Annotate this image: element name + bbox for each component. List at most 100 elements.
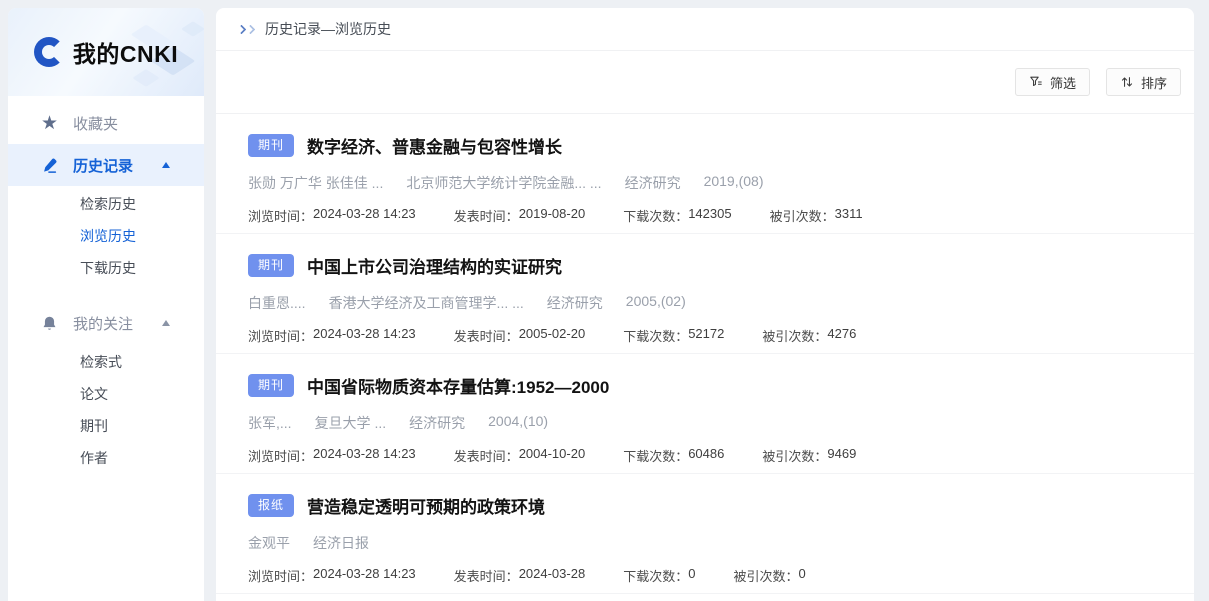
type-badge: 期刊 xyxy=(248,374,294,397)
star-icon: ★ xyxy=(41,114,58,133)
sidebar-item-browse-history[interactable]: 浏览历史 xyxy=(8,220,204,252)
sub-item-label: 检索式 xyxy=(80,352,122,372)
sub-item-label: 论文 xyxy=(80,384,108,404)
issue: 2019,(08) xyxy=(704,173,764,193)
decor-cube xyxy=(132,69,159,87)
main-panel: 历史记录—浏览历史 筛选 排序 期刊 数字经济、普惠金融与包容性增长 xyxy=(216,8,1194,601)
meta-row: 浏览时间：2024-03-28 14:23 发表时间：2005-02-20 下载… xyxy=(248,326,1162,345)
sidebar-item-label: 我的关注 xyxy=(73,313,133,334)
published-value: 2005-02-20 xyxy=(519,326,586,345)
follows-sub-list: 检索式 论文 期刊 作者 xyxy=(8,344,204,482)
filter-button-label: 筛选 xyxy=(1050,73,1076,92)
institution[interactable]: 复旦大学 ... xyxy=(315,413,387,433)
filter-icon xyxy=(1029,75,1043,89)
institution[interactable]: 经济日报 xyxy=(313,533,369,553)
bell-icon xyxy=(41,315,58,332)
sidebar-item-journals[interactable]: 期刊 xyxy=(8,410,204,442)
type-badge: 报纸 xyxy=(248,494,294,517)
downloads-value: 60486 xyxy=(688,446,724,465)
double-chevron-icon xyxy=(238,26,254,33)
history-list: 期刊 数字经济、普惠金融与包容性增长 张勋 万广华 张佳佳 ... 北京师范大学… xyxy=(216,114,1194,594)
viewed-label: 浏览时间： xyxy=(248,326,313,345)
history-sub-list: 检索历史 浏览历史 下载历史 xyxy=(8,186,204,292)
issue: 2004,(10) xyxy=(488,413,548,433)
sidebar-item-papers[interactable]: 论文 xyxy=(8,378,204,410)
chevron-up-icon[interactable] xyxy=(162,320,170,326)
toolbar: 筛选 排序 xyxy=(216,51,1194,114)
sidebar-item-follows[interactable]: 我的关注 xyxy=(8,302,204,344)
logo-header: 我的CNKI xyxy=(8,8,204,96)
downloads-label: 下载次数： xyxy=(623,326,688,345)
byline: 张勋 万广华 张佳佳 ... 北京师范大学统计学院金融... ... 经济研究 … xyxy=(248,173,1162,193)
meta-row: 浏览时间：2024-03-28 14:23 发表时间：2024-03-28 下载… xyxy=(248,566,1162,585)
list-item: 期刊 中国上市公司治理结构的实证研究 白重恩.... 香港大学经济及工商管理学.… xyxy=(216,234,1194,354)
list-item: 期刊 数字经济、普惠金融与包容性增长 张勋 万广华 张佳佳 ... 北京师范大学… xyxy=(216,114,1194,234)
sort-button[interactable]: 排序 xyxy=(1106,68,1181,96)
article-title[interactable]: 营造稳定透明可预期的政策环境 xyxy=(307,493,545,518)
byline: 金观平 经济日报 xyxy=(248,533,1162,553)
chevron-up-icon[interactable] xyxy=(162,162,170,168)
citations-value: 9469 xyxy=(827,446,856,465)
article-title[interactable]: 中国省际物质资本存量估算:1952—2000 xyxy=(307,373,609,398)
sub-item-label: 期刊 xyxy=(80,416,108,436)
sidebar-item-search-history[interactable]: 检索历史 xyxy=(8,188,204,220)
published-label: 发表时间： xyxy=(454,446,519,465)
downloads-value: 52172 xyxy=(688,326,724,345)
citations-label: 被引次数： xyxy=(762,326,827,345)
published-label: 发表时间： xyxy=(454,326,519,345)
sidebar-nav: ★ 收藏夹 历史记录 检索历史 浏览历史 下载历史 xyxy=(8,96,204,482)
sub-item-label: 作者 xyxy=(80,448,108,468)
source[interactable]: 经济研究 xyxy=(625,173,681,193)
sub-item-label: 检索历史 xyxy=(80,194,136,214)
cnki-logo-icon xyxy=(34,37,64,67)
authors[interactable]: 白重恩.... xyxy=(248,293,306,313)
source[interactable]: 经济研究 xyxy=(409,413,465,433)
filter-button[interactable]: 筛选 xyxy=(1015,68,1090,96)
sidebar: 我的CNKI ★ 收藏夹 历史记录 检索历史 浏览历史 下载历史 xyxy=(8,8,204,601)
pen-icon xyxy=(41,157,58,174)
citations-value: 3311 xyxy=(835,206,863,225)
published-label: 发表时间： xyxy=(454,566,519,585)
authors[interactable]: 张勋 万广华 张佳佳 ... xyxy=(248,173,383,193)
article-title[interactable]: 数字经济、普惠金融与包容性增长 xyxy=(307,133,562,158)
sub-item-label: 下载历史 xyxy=(80,258,136,278)
breadcrumb: 历史记录—浏览历史 xyxy=(216,8,1194,51)
viewed-value: 2024-03-28 14:23 xyxy=(313,446,416,465)
list-item: 期刊 中国省际物质资本存量估算:1952—2000 张军,... 复旦大学 ..… xyxy=(216,354,1194,474)
downloads-value: 0 xyxy=(688,566,695,585)
byline: 白重恩.... 香港大学经济及工商管理学... ... 经济研究 2005,(0… xyxy=(248,293,1162,313)
viewed-value: 2024-03-28 14:23 xyxy=(313,206,416,225)
sub-item-label: 浏览历史 xyxy=(80,226,136,246)
viewed-value: 2024-03-28 14:23 xyxy=(313,566,416,585)
published-value: 2019-08-20 xyxy=(519,206,586,225)
sidebar-item-download-history[interactable]: 下载历史 xyxy=(8,252,204,284)
downloads-label: 下载次数： xyxy=(623,566,688,585)
citations-label: 被引次数： xyxy=(762,446,827,465)
authors[interactable]: 金观平 xyxy=(248,533,290,553)
citations-value: 0 xyxy=(798,566,805,585)
downloads-value: 142305 xyxy=(688,206,731,225)
article-title[interactable]: 中国上市公司治理结构的实证研究 xyxy=(307,253,562,278)
citations-value: 4276 xyxy=(827,326,856,345)
institution[interactable]: 香港大学经济及工商管理学... ... xyxy=(329,293,524,313)
institution[interactable]: 北京师范大学统计学院金融... ... xyxy=(406,173,601,193)
sort-button-label: 排序 xyxy=(1141,73,1167,92)
sort-icon xyxy=(1120,75,1134,89)
sidebar-item-label: 收藏夹 xyxy=(73,113,118,134)
list-item: 报纸 营造稳定透明可预期的政策环境 金观平 经济日报 浏览时间：2024-03-… xyxy=(216,474,1194,594)
meta-row: 浏览时间：2024-03-28 14:23 发表时间：2004-10-20 下载… xyxy=(248,446,1162,465)
meta-row: 浏览时间：2024-03-28 14:23 发表时间：2019-08-20 下载… xyxy=(248,206,1162,225)
source[interactable]: 经济研究 xyxy=(547,293,603,313)
logo-title: 我的CNKI xyxy=(73,35,178,69)
citations-label: 被引次数： xyxy=(770,206,835,225)
downloads-label: 下载次数： xyxy=(623,206,688,225)
sidebar-item-favorites[interactable]: ★ 收藏夹 xyxy=(8,102,204,144)
sidebar-item-authors[interactable]: 作者 xyxy=(8,442,204,474)
type-badge: 期刊 xyxy=(248,134,294,157)
sidebar-item-search-expression[interactable]: 检索式 xyxy=(8,346,204,378)
viewed-label: 浏览时间： xyxy=(248,206,313,225)
viewed-label: 浏览时间： xyxy=(248,566,313,585)
sidebar-item-history[interactable]: 历史记录 xyxy=(8,144,204,186)
authors[interactable]: 张军,... xyxy=(248,413,292,433)
published-value: 2024-03-28 xyxy=(519,566,586,585)
